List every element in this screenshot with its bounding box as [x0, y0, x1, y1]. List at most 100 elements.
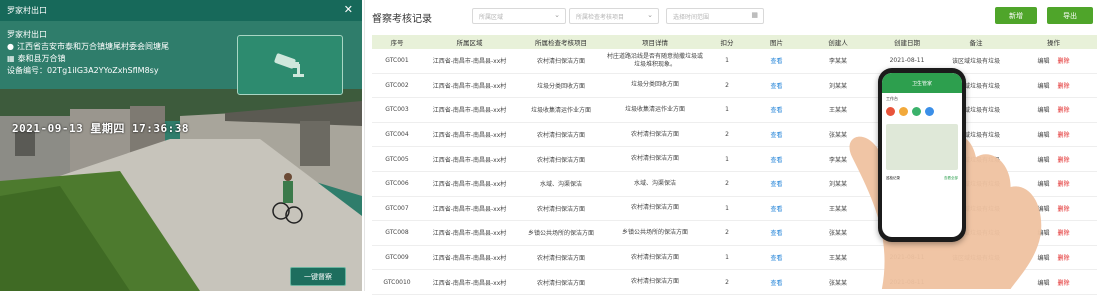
- cell-creator: 李某某: [804, 49, 872, 74]
- cell-region: 江西省-南昌市-南昌县-xx村: [422, 122, 517, 148]
- video-timestamp: 2021-09-13 星期四 17:36:38: [12, 122, 189, 135]
- cell-project: 农村清扫保洁方面: [517, 196, 605, 222]
- cell-image[interactable]: 查看: [749, 146, 804, 172]
- location-name: 罗家村出口: [7, 30, 47, 39]
- col-header: 扣分: [705, 35, 749, 49]
- grid-icon: ▦: [7, 54, 15, 63]
- delete-link[interactable]: 删除: [1058, 58, 1070, 65]
- camera-panel: 罗家村出口 ✕ 罗家村出口 ● 江西省吉安市泰和万合镇塘尾村委会闾塘尾 ▦ 泰和…: [0, 0, 362, 291]
- phone-app-title: 卫生管家: [882, 73, 962, 93]
- calendar-icon: ▦: [751, 11, 758, 19]
- cell-score: 2: [705, 122, 749, 148]
- cell-id: GTC007: [372, 196, 422, 222]
- cell-id: GTC009: [372, 245, 422, 271]
- phone-map-thumbnail: [886, 124, 958, 170]
- cell-id: GTC001: [372, 49, 422, 74]
- cell-id: GTC002: [372, 73, 422, 99]
- cell-score: 1: [705, 196, 749, 222]
- cell-id: GTC006: [372, 171, 422, 197]
- cell-image[interactable]: 查看: [749, 122, 804, 148]
- village-text: 泰和县万合镇: [17, 54, 66, 63]
- cell-id: GTC005: [372, 146, 422, 172]
- app-icon: [899, 107, 908, 116]
- smartphone-mockup: 卫生管家 工作台 巡检记录 查看全部: [878, 68, 966, 242]
- chevron-down-icon: ⌄: [554, 11, 560, 19]
- cell-actions: 编辑 删除: [1010, 49, 1097, 74]
- cell-detail: 垃圾收集清运作业方面: [605, 97, 705, 123]
- cell-region: 江西省-南昌市-南昌县-xx村: [422, 171, 517, 197]
- cell-region: 江西省-南昌市-南昌县-xx村: [422, 49, 517, 74]
- region-select[interactable]: 所属区域 ⌄: [472, 8, 566, 24]
- cell-score: 2: [705, 73, 749, 99]
- col-header: 创建日期: [872, 35, 942, 49]
- cell-score: 2: [705, 220, 749, 246]
- cell-project: 农村清扫保洁方面: [517, 245, 605, 271]
- cell-image[interactable]: 查看: [749, 73, 804, 99]
- one-click-inspect-button[interactable]: 一键督察: [290, 267, 346, 286]
- cell-score: 2: [705, 171, 749, 197]
- page-title: 督察考核记录: [372, 14, 432, 25]
- cell-detail: 农村清扫保洁方面: [605, 122, 705, 148]
- cell-id: GTC003: [372, 97, 422, 123]
- phone-icon-row: [882, 105, 962, 118]
- records-panel: 督察考核记录 所属区域 ⌄ 所属检查考核项目 ⌄ 选择时间范围 ▦ 新增 导出 …: [364, 0, 1102, 295]
- cctv-camera-icon: [237, 35, 343, 95]
- col-header: 图片: [749, 35, 804, 49]
- cell-score: 1: [705, 245, 749, 271]
- cell-project: 农村清扫保洁方面: [517, 49, 605, 74]
- cell-score: 1: [705, 97, 749, 123]
- camera-window-title: 罗家村出口: [7, 6, 47, 15]
- camera-video-feed: 罗家村出口 ● 江西省吉安市泰和万合镇塘尾村委会闾塘尾 ▦ 泰和县万合镇 设备编…: [0, 21, 362, 291]
- cell-score: 1: [705, 49, 749, 74]
- col-header: 操作: [1010, 35, 1097, 49]
- cell-project: 水域、沟渠保洁: [517, 171, 605, 197]
- cell-project: 垃圾收集清运作业方面: [517, 97, 605, 123]
- cell-project: 乡镇公共场所的保洁方面: [517, 220, 605, 246]
- cell-image[interactable]: 查看: [749, 220, 804, 246]
- cell-region: 江西省-南昌市-南昌县-xx村: [422, 97, 517, 123]
- app-icon: [925, 107, 934, 116]
- col-header: 所属区域: [422, 35, 517, 49]
- camera-window-header: 罗家村出口 ✕: [0, 0, 362, 21]
- edit-link[interactable]: 编辑: [1037, 58, 1049, 65]
- cell-detail: 村庄道路沿线是否有随意抛撒垃圾或垃圾堆积现象。: [605, 49, 705, 74]
- cell-image[interactable]: 查看: [749, 171, 804, 197]
- col-header: 序号: [372, 35, 422, 49]
- cell-image[interactable]: 查看: [749, 49, 804, 74]
- close-icon[interactable]: ✕: [344, 3, 353, 16]
- cell-detail: 水域、沟渠保洁: [605, 171, 705, 197]
- export-button[interactable]: 导出: [1047, 7, 1093, 24]
- address-text: 江西省吉安市泰和万合镇塘尾村委会闾塘尾: [16, 42, 169, 51]
- date-range-picker[interactable]: 选择时间范围 ▦: [666, 8, 764, 24]
- device-number: 设备编号：02Tg1iIG3A2YYoZxhSflM8sy: [7, 66, 159, 75]
- camera-info: 罗家村出口 ● 江西省吉安市泰和万合镇塘尾村委会闾塘尾 ▦ 泰和县万合镇 设备编…: [7, 29, 169, 77]
- app-icon: [886, 107, 895, 116]
- table-header: 序号 所属区域 所属检查考核项目 项目详情 扣分 图片 创建人 创建日期 备注 …: [372, 35, 1097, 49]
- cell-region: 江西省-南昌市-南昌县-xx村: [422, 220, 517, 246]
- cell-image[interactable]: 查看: [749, 97, 804, 123]
- cell-detail: 乡镇公共场所的保洁方面: [605, 220, 705, 246]
- add-button[interactable]: 新增: [995, 7, 1037, 24]
- cell-score: 1: [705, 146, 749, 172]
- cell-id: GTC004: [372, 122, 422, 148]
- phone-footer: 巡检记录 查看全部: [886, 176, 958, 180]
- cell-project: 农村清扫保洁方面: [517, 146, 605, 172]
- col-header: 所属检查考核项目: [517, 35, 605, 49]
- app-icon: [912, 107, 921, 116]
- cell-detail: 农村清扫保洁方面: [605, 245, 705, 271]
- col-header: 项目详情: [605, 35, 705, 49]
- phone-screen: 卫生管家 工作台 巡检记录 查看全部: [882, 73, 962, 237]
- location-pin-icon: ●: [7, 42, 14, 51]
- cell-detail: 垃圾分类回收方面: [605, 73, 705, 99]
- project-select[interactable]: 所属检查考核项目 ⌄: [569, 8, 659, 24]
- col-header: 备注: [942, 35, 1010, 49]
- cell-region: 江西省-南昌市-南昌县-xx村: [422, 73, 517, 99]
- cell-image[interactable]: 查看: [749, 245, 804, 271]
- phone-section-title: 工作台: [886, 96, 898, 101]
- cell-project: 农村清扫保洁方面: [517, 122, 605, 148]
- cell-detail: 农村清扫保洁方面: [605, 146, 705, 172]
- cell-id: GTC008: [372, 220, 422, 246]
- cell-region: 江西省-南昌市-南昌县-xx村: [422, 146, 517, 172]
- cell-region: 江西省-南昌市-南昌县-xx村: [422, 245, 517, 271]
- cell-image[interactable]: 查看: [749, 196, 804, 222]
